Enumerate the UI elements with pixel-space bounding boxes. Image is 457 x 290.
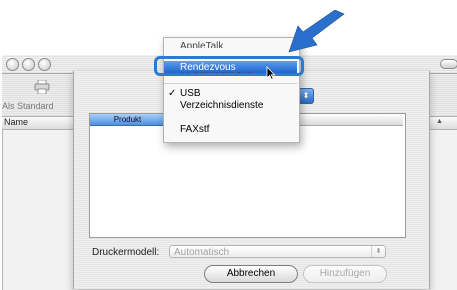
mouse-cursor-icon bbox=[266, 66, 276, 80]
menu-item-directory-services[interactable]: Verzeichnisdienste bbox=[180, 100, 263, 112]
select-arrows-icon: ⬍ bbox=[371, 246, 385, 257]
printer-icon[interactable] bbox=[34, 80, 50, 94]
sort-arrow-icon[interactable]: ▲ bbox=[436, 116, 443, 128]
add-button[interactable]: Hinzufügen bbox=[303, 265, 387, 283]
pointer-arrow-icon bbox=[288, 10, 345, 53]
cancel-button[interactable]: Abbrechen bbox=[204, 265, 298, 283]
connection-popup-arrows-icon[interactable]: ⬍ bbox=[298, 88, 314, 104]
product-column-header[interactable]: Produkt bbox=[90, 114, 165, 126]
toolbar-toggle-button[interactable] bbox=[440, 59, 457, 69]
highlight-ring bbox=[154, 56, 304, 76]
check-icon: ✓ bbox=[168, 88, 177, 99]
menu-item-usb[interactable]: USB bbox=[180, 88, 201, 100]
menu-item-appletalk[interactable]: AppleTalk bbox=[180, 40, 223, 48]
close-window-icon[interactable] bbox=[6, 58, 19, 71]
name-column-header[interactable]: Name bbox=[4, 116, 28, 128]
printer-model-label: Druckermodell: bbox=[92, 247, 160, 258]
minimize-window-icon[interactable] bbox=[22, 58, 35, 71]
set-default-label: Als Standard bbox=[2, 101, 54, 111]
menu-item-faxstf[interactable]: FAXstf bbox=[180, 124, 209, 136]
zoom-window-icon[interactable] bbox=[38, 58, 51, 71]
printer-model-select[interactable]: Automatisch bbox=[169, 245, 386, 258]
menu-separator bbox=[164, 83, 297, 84]
